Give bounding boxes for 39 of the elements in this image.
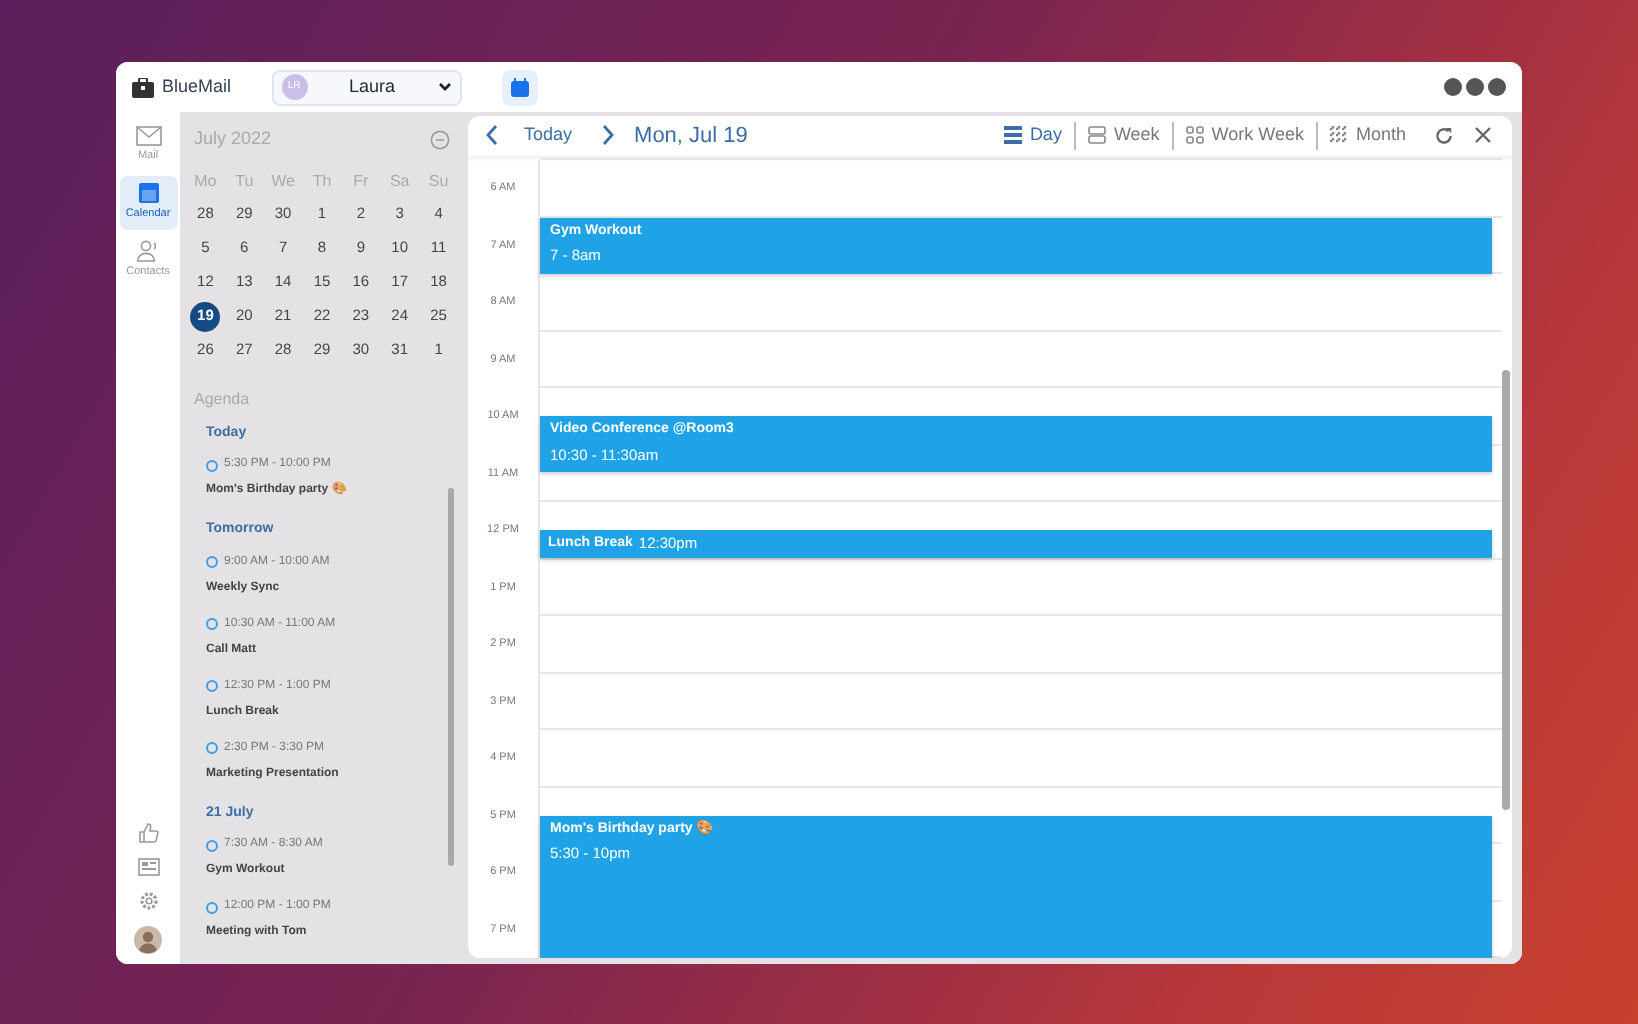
current-date: Mon, Jul 19 [634,121,748,152]
thumbs-up-icon[interactable] [137,822,159,844]
view-tab[interactable]: Week [1087,122,1160,150]
view-tab[interactable]: Day [1003,122,1062,150]
envelope-icon [135,125,161,146]
weekday-label: Sa [387,169,412,193]
month-title: July 2022 [194,126,272,152]
view-tab[interactable]: Work Week [1185,122,1304,150]
settings-icon[interactable] [137,890,159,912]
close-window-button[interactable] [1488,78,1506,96]
calendar-icon [509,77,530,97]
today-button[interactable]: Today [524,122,573,150]
caret-icon [437,82,452,92]
weekday-label: Tu [233,169,256,193]
card-icon[interactable] [137,858,159,876]
app-name: BlueMail [162,73,232,100]
minimize-button[interactable] [1444,78,1462,96]
four-squares-icon [1185,126,1204,145]
maximize-button[interactable] [1466,78,1484,96]
weekday-label: Th [310,169,334,193]
grid-icon [1329,126,1348,145]
user-avatar-icon[interactable] [134,926,162,954]
rows-icon [1003,126,1022,145]
calendar-icon [137,182,159,205]
previous-icon[interactable] [484,124,500,147]
view-tab[interactable]: Month [1329,122,1406,150]
grid-scrollbar[interactable] [1502,370,1510,810]
weekday-label: We [269,169,297,193]
calendar-app-button[interactable] [501,69,538,105]
contacts-icon [136,240,160,263]
next-icon[interactable] [600,124,617,147]
weekday-label: Fr [351,169,371,193]
split-rectangle-icon [1087,126,1106,145]
weekday-label: Su [426,169,451,193]
close-icon[interactable] [1474,126,1492,145]
agenda-scrollbar[interactable] [448,488,454,866]
weekday-label: Mo [192,169,219,193]
agenda-title: Agenda [192,387,252,411]
refresh-icon[interactable] [1434,125,1454,146]
